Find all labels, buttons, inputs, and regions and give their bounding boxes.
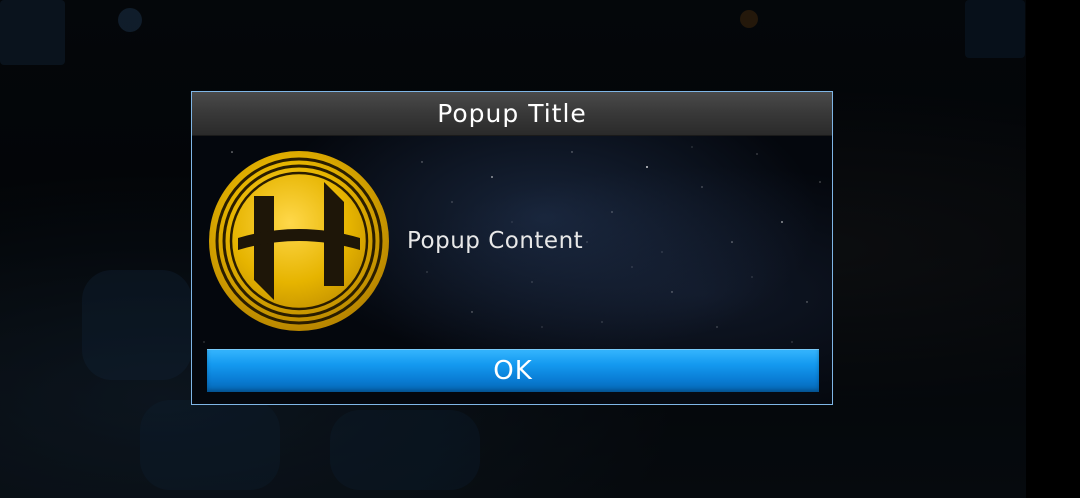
popup-content: Popup Content: [407, 228, 584, 254]
ok-button[interactable]: OK: [207, 349, 819, 392]
popup-header: Popup Title: [192, 92, 832, 136]
screen-edge: [1026, 0, 1080, 498]
gold-coin-logo-icon: [209, 151, 389, 331]
popup-dialog: Popup Title Popup Content OK: [191, 91, 833, 405]
popup-title: Popup Title: [437, 99, 587, 128]
game-screen: Popup Title Popup Content OK: [0, 0, 1080, 498]
